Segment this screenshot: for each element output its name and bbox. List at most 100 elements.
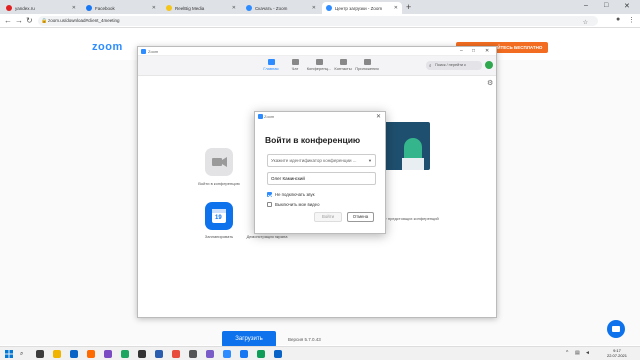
calendar-illustration (382, 122, 430, 170)
search-icon[interactable]: ⌕ (20, 351, 23, 358)
chevron-down-icon[interactable]: ▼ (368, 155, 372, 166)
no-meetings-text: Нет предстоящих конференций (380, 216, 439, 221)
app-icon[interactable] (206, 350, 214, 358)
join-meeting-tile[interactable] (205, 148, 233, 176)
browser-tab[interactable]: yandex.ru ✕ (2, 2, 80, 14)
edge-icon[interactable] (70, 350, 78, 358)
browser-tab[interactable]: Facebook ✕ (82, 2, 160, 14)
app-icon[interactable] (240, 350, 248, 358)
close-icon[interactable]: ✕ (312, 5, 316, 11)
join-meeting-dialog: Zoom ✕ Войти в конференцию Укажите идент… (254, 111, 386, 234)
url-text: zoom.us/download#client_4meeting (48, 18, 120, 23)
pot-icon (402, 158, 424, 170)
chat-bubble-icon[interactable] (607, 320, 625, 338)
zoom-favicon-icon (326, 5, 332, 11)
dialog-titlebar: Zoom ✕ (255, 112, 385, 121)
close-icon[interactable]: ✕ (232, 5, 236, 11)
video-off-label: Выключить мое видео (275, 202, 320, 207)
maximize-icon[interactable]: □ (604, 2, 608, 9)
meeting-id-placeholder: Укажите идентификатор конференции ... (271, 158, 357, 163)
tab-title: Центр загрузки - Zoom (335, 5, 383, 11)
avatar[interactable] (485, 61, 493, 69)
volume-icon[interactable]: ◄ (585, 350, 590, 356)
schedule-tile[interactable]: 19 (205, 202, 233, 230)
name-input[interactable]: Олег Каминский (267, 172, 376, 185)
firefox-icon[interactable] (87, 350, 95, 358)
mute-audio-checkbox[interactable] (267, 192, 272, 197)
chat-icon (291, 59, 299, 65)
maximize-icon[interactable]: □ (472, 48, 475, 54)
app-icon[interactable] (138, 350, 146, 358)
mute-audio-label: Не подключать звук (275, 192, 315, 197)
tab-title: Скачать - Zoom (255, 5, 288, 11)
download-button[interactable]: Загрузить (222, 331, 276, 347)
zoom-logo[interactable]: zoom (92, 41, 123, 53)
close-icon[interactable]: ✕ (394, 5, 398, 11)
yandex-favicon-icon (6, 5, 12, 11)
app-toolbar: Главная Чат Конференц... Контакты Прилож… (138, 56, 496, 76)
home-icon (267, 59, 275, 65)
search-input[interactable]: ⌕ Поиск / перейти к (426, 61, 482, 70)
clock-date: 22.07.2021 (606, 353, 628, 358)
zoom-taskbar-icon[interactable] (223, 350, 231, 358)
screen-share-label: Демонстрация экрана (246, 234, 288, 239)
task-view-icon[interactable] (36, 350, 44, 358)
clock[interactable]: 9:17 22.07.2021 (600, 348, 634, 358)
app-icon[interactable] (104, 350, 112, 358)
app-title: Zoom (148, 49, 159, 54)
tray-arrow-icon[interactable]: ^ (566, 350, 568, 356)
network-icon[interactable]: ▤ (575, 350, 580, 356)
browser-tab-active[interactable]: Центр загрузки - Zoom ✕ (322, 2, 402, 14)
reload-icon[interactable]: ↻ (26, 16, 33, 25)
search-icon: ⌕ (429, 63, 432, 68)
cancel-button[interactable]: Отмена (347, 212, 374, 222)
tab-label: Контакты (334, 66, 352, 71)
mute-audio-option[interactable]: Не подключать звук (267, 192, 315, 197)
dialog-heading: Войти в конференцию (265, 135, 361, 145)
forward-icon[interactable]: → (15, 16, 23, 25)
tab-label: Чат (291, 66, 299, 71)
video-off-checkbox[interactable] (267, 202, 272, 207)
clock-icon (315, 59, 323, 65)
close-window-icon[interactable]: ✕ (624, 2, 630, 10)
contacts-icon (339, 59, 347, 65)
back-icon[interactable]: ← (4, 16, 12, 25)
minimize-icon[interactable]: – (460, 48, 463, 54)
browser-tab[interactable]: ReelBig Media ✕ (162, 2, 240, 14)
close-icon[interactable]: ✕ (72, 5, 76, 11)
join-meeting-label: Войти в конференцию (198, 181, 240, 186)
address-bar-row: ← → ↻ 🔒 zoom.us/download#client_4meeting… (0, 14, 640, 28)
calendar-day: 19 (215, 215, 222, 221)
tab-title: yandex.ru (15, 5, 35, 11)
windows-start-icon[interactable] (5, 350, 13, 358)
apps-icon (363, 59, 371, 65)
meeting-id-input[interactable]: Укажите идентификатор конференции ... ▼ (267, 154, 376, 167)
star-icon[interactable]: ☆ (583, 18, 588, 28)
file-explorer-icon[interactable] (53, 350, 61, 358)
close-icon[interactable]: ✕ (485, 48, 489, 54)
url-input[interactable]: 🔒 zoom.us/download#client_4meeting ☆ (38, 16, 598, 26)
app-icon[interactable] (121, 350, 129, 358)
browser-tab[interactable]: Скачать - Zoom ✕ (242, 2, 320, 14)
menu-icon[interactable]: ⋮ (628, 16, 635, 24)
app-icon[interactable] (172, 350, 180, 358)
minimize-icon[interactable]: – (584, 2, 588, 9)
profile-icon[interactable]: ● (616, 16, 620, 23)
reelbig-favicon-icon (166, 5, 172, 11)
app-icon[interactable] (155, 350, 163, 358)
app-icon[interactable] (274, 350, 282, 358)
name-value: Олег Каминский (271, 176, 305, 181)
video-off-option[interactable]: Выключить мое видео (267, 202, 319, 207)
close-icon[interactable]: ✕ (376, 113, 381, 120)
search-placeholder: Поиск / перейти к (435, 63, 466, 67)
chrome-icon[interactable] (257, 350, 265, 358)
app-icon[interactable] (189, 350, 197, 358)
taskbar: ⌕ ^ ▤ ◄ 9:17 22.07.2021 (0, 346, 640, 360)
close-icon[interactable]: ✕ (152, 5, 156, 11)
facebook-favicon-icon (86, 5, 92, 11)
tab-apps[interactable]: Приложения (352, 59, 382, 71)
version-text: Версия 5.7.0.43 (288, 337, 321, 342)
new-tab-button[interactable]: + (406, 2, 411, 12)
join-button[interactable]: Войти (314, 212, 342, 222)
gear-icon[interactable]: ⚙ (487, 79, 493, 87)
